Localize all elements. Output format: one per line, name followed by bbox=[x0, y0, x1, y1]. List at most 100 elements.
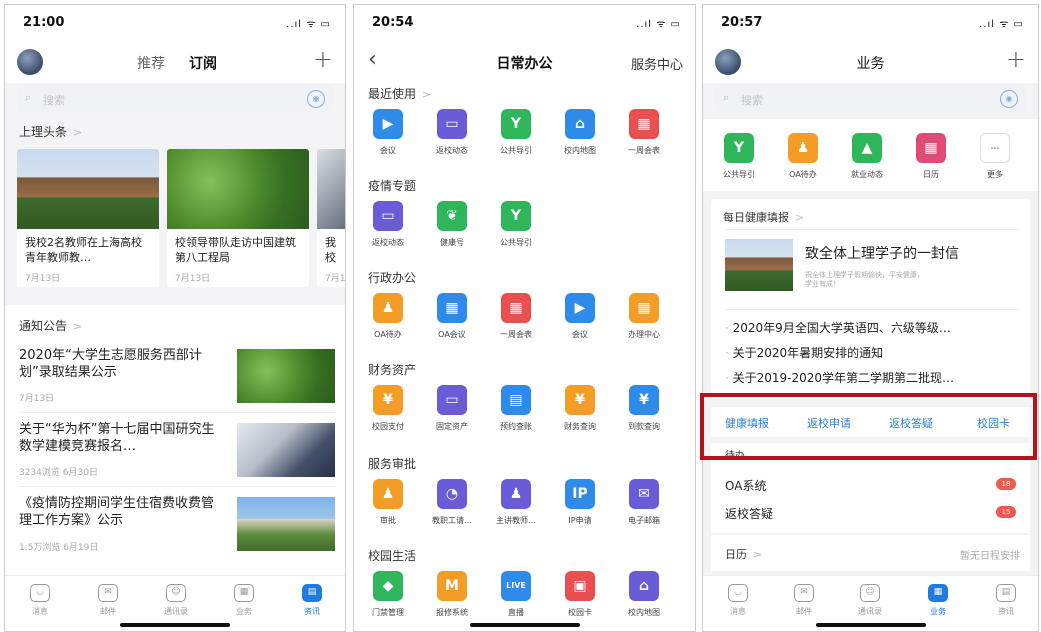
letter-thumbnail bbox=[725, 239, 793, 291]
app-icon: ♟ bbox=[501, 479, 531, 509]
group-title[interactable]: 最近使用 > bbox=[368, 85, 431, 102]
app-tile[interactable]: LIVE 直播 bbox=[488, 571, 544, 618]
app-icon: ⌂ bbox=[565, 109, 595, 139]
app-tile[interactable]: ¥ 校园支付 bbox=[360, 385, 416, 432]
screen-news: 21:00 ..ıl ᯤ ▭ 推荐 订阅 + ⌕ 搜索 ◉ 上理头条 > 我校2名… bbox=[4, 4, 346, 632]
app-tile[interactable]: Y 公共导引 bbox=[488, 201, 544, 248]
app-tile[interactable]: ▭ 返校动态 bbox=[424, 109, 480, 156]
tab-news[interactable]: ▤ 资讯 bbox=[287, 584, 337, 617]
letter-title[interactable]: 致全体上理学子的一封信 bbox=[805, 243, 959, 263]
app-label: IP申请 bbox=[568, 516, 592, 525]
calendar-empty: 暂无日程安排 bbox=[960, 551, 1020, 562]
app-tile[interactable]: ❦ 健康号 bbox=[424, 201, 480, 248]
app-tile[interactable]: IP IP申请 bbox=[552, 479, 608, 526]
tab-subscribe[interactable]: 订阅 bbox=[189, 53, 217, 73]
group-title-label: 校园生活 bbox=[368, 549, 417, 563]
app-tile[interactable]: ▣ 校园卡 bbox=[552, 571, 608, 618]
tab-mail[interactable]: ✉ 邮件 bbox=[779, 584, 829, 617]
news-card[interactable]: 我校2名教师在上海高校青年教师教… 7月13日 bbox=[17, 149, 159, 287]
app-tile[interactable]: ▲ 就业动态 bbox=[839, 133, 895, 180]
app-icon: ▭ bbox=[437, 109, 467, 139]
chat-icon: ◡ bbox=[728, 584, 748, 602]
notice-item[interactable]: 《疫情防控期间学生住宿费收费管理工作方案》公示 1.5万浏览 6月19日 bbox=[19, 489, 335, 561]
app-tile[interactable]: ⌂ 校内地图 bbox=[552, 109, 608, 156]
status-bar: 20:54 ..ıl ᯤ ▭ bbox=[354, 5, 695, 39]
app-tile[interactable]: ··· 更多 bbox=[967, 133, 1023, 180]
app-tile[interactable]: ▭ 返校动态 bbox=[360, 201, 416, 248]
app-tile[interactable]: ♟ 审批 bbox=[360, 479, 416, 526]
tab-label: 业务 bbox=[236, 607, 252, 616]
app-tile[interactable]: ▦ 办理中心 bbox=[616, 293, 672, 340]
app-label: 校内地图 bbox=[564, 146, 596, 155]
app-tile[interactable]: Y 公共导引 bbox=[488, 109, 544, 156]
group-title-label: 最近使用 bbox=[368, 87, 417, 101]
section-notice[interactable]: 通知公告 > bbox=[19, 317, 82, 334]
news-title: 我校上海 bbox=[325, 236, 336, 267]
app-icon: ▦ bbox=[501, 293, 531, 323]
app-tile[interactable]: ▶ 会议 bbox=[552, 293, 608, 340]
section-health[interactable]: 每日健康填报 > bbox=[723, 209, 804, 225]
app-tile[interactable]: ▶ 会议 bbox=[360, 109, 416, 156]
add-icon[interactable]: + bbox=[313, 45, 333, 73]
app-tile[interactable]: Y 公共导引 bbox=[711, 133, 767, 180]
news-card[interactable]: 校领导带队走访中国建筑第八工程局 7月13日 bbox=[167, 149, 309, 287]
app-tile[interactable]: ▦ 一周会表 bbox=[488, 293, 544, 340]
app-tile[interactable]: ¥ 到款查询 bbox=[616, 385, 672, 432]
notice-item[interactable]: 2020年“大学生志愿服务西部计划”录取结果公示 7月13日 bbox=[19, 341, 335, 413]
list-item[interactable]: 2020年9月全国大学英语四、六级等级… bbox=[725, 319, 951, 336]
app-tile[interactable]: M 报修系统 bbox=[424, 571, 480, 618]
app-tile[interactable]: ⌂ 校内地图 bbox=[616, 571, 672, 618]
app-tile[interactable]: ♟ OA待办 bbox=[775, 133, 831, 180]
service-center-link[interactable]: 服务中心 bbox=[631, 54, 683, 73]
todo-row[interactable]: 返校答疑 15 bbox=[725, 505, 1016, 522]
app-tile[interactable]: ♟ 主讲教师… bbox=[488, 479, 544, 526]
list-item[interactable]: 关于2020年暑期安排的通知 bbox=[725, 344, 884, 361]
notice-meta: 3234浏览 6月30日 bbox=[19, 468, 98, 478]
group-title: 服务审批 bbox=[368, 455, 416, 472]
voice-icon[interactable]: ◉ bbox=[1000, 90, 1018, 108]
tab-label: 业务 bbox=[930, 607, 946, 616]
search-input[interactable]: ⌕ 搜索 ◉ bbox=[17, 85, 333, 113]
app-label: 返校动态 bbox=[436, 146, 468, 155]
highlight-box bbox=[700, 393, 1037, 460]
chat-icon: ◡ bbox=[30, 584, 50, 602]
tab-business[interactable]: ▦ 业务 bbox=[219, 584, 269, 617]
news-card[interactable]: 我校上海 7月1 bbox=[317, 149, 345, 287]
notice-title: 《疫情防控期间学生住宿费收费管理工作方案》公示 bbox=[19, 496, 215, 528]
add-icon[interactable]: + bbox=[1006, 45, 1026, 73]
app-tile[interactable]: ▦ 日历 bbox=[903, 133, 959, 180]
app-label: 会议 bbox=[572, 330, 588, 339]
home-indicator bbox=[120, 623, 230, 627]
signal-wifi-battery-icon: ..ıl ᯤ ▭ bbox=[979, 19, 1024, 30]
app-label: 审批 bbox=[380, 516, 396, 525]
app-tile[interactable]: ♟ OA待办 bbox=[360, 293, 416, 340]
app-tile[interactable]: ◆ 门禁管理 bbox=[360, 571, 416, 618]
tab-business[interactable]: ▦ 业务 bbox=[913, 584, 963, 617]
app-tile[interactable]: ◔ 教职工请… bbox=[424, 479, 480, 526]
section-headline[interactable]: 上理头条 > bbox=[19, 123, 82, 140]
tab-mail[interactable]: ✉ 邮件 bbox=[83, 584, 133, 617]
app-tile[interactable]: ▦ OA会议 bbox=[424, 293, 480, 340]
tab-news[interactable]: ▤ 资讯 bbox=[981, 584, 1031, 617]
tab-contacts[interactable]: ☺ 通讯录 bbox=[151, 584, 201, 617]
app-tile[interactable]: ▦ 一周会表 bbox=[616, 109, 672, 156]
app-label: 返校动态 bbox=[372, 238, 404, 247]
search-input[interactable]: ⌕ 搜索 ◉ bbox=[715, 85, 1026, 113]
tab-contacts[interactable]: ☺ 通讯录 bbox=[845, 584, 895, 617]
list-item[interactable]: 关于2019-2020学年第二学期第二批现… bbox=[725, 369, 954, 386]
tab-messages[interactable]: ◡ 消息 bbox=[15, 584, 65, 617]
app-label: OA待办 bbox=[374, 330, 402, 339]
calendar-row[interactable]: 日历 > 暂无日程安排 bbox=[711, 535, 1030, 571]
notice-item[interactable]: 关于“华为杯”第十七届中国研究生数学建模竞赛报名… 3234浏览 6月30日 bbox=[19, 415, 335, 487]
tab-recommend[interactable]: 推荐 bbox=[137, 53, 165, 73]
tab-label: 通讯录 bbox=[164, 607, 188, 616]
app-icon: ▶ bbox=[565, 293, 595, 323]
app-tile[interactable]: ¥ 财务查询 bbox=[552, 385, 608, 432]
tab-messages[interactable]: ◡ 消息 bbox=[713, 584, 763, 617]
voice-icon[interactable]: ◉ bbox=[307, 90, 325, 108]
todo-row[interactable]: OA系统 18 bbox=[725, 477, 1016, 494]
app-tile[interactable]: ✉ 电子邮箱 bbox=[616, 479, 672, 526]
app-tile[interactable]: ▤ 预约查账 bbox=[488, 385, 544, 432]
avatar[interactable] bbox=[17, 49, 43, 75]
app-tile[interactable]: ▭ 固定资产 bbox=[424, 385, 480, 432]
